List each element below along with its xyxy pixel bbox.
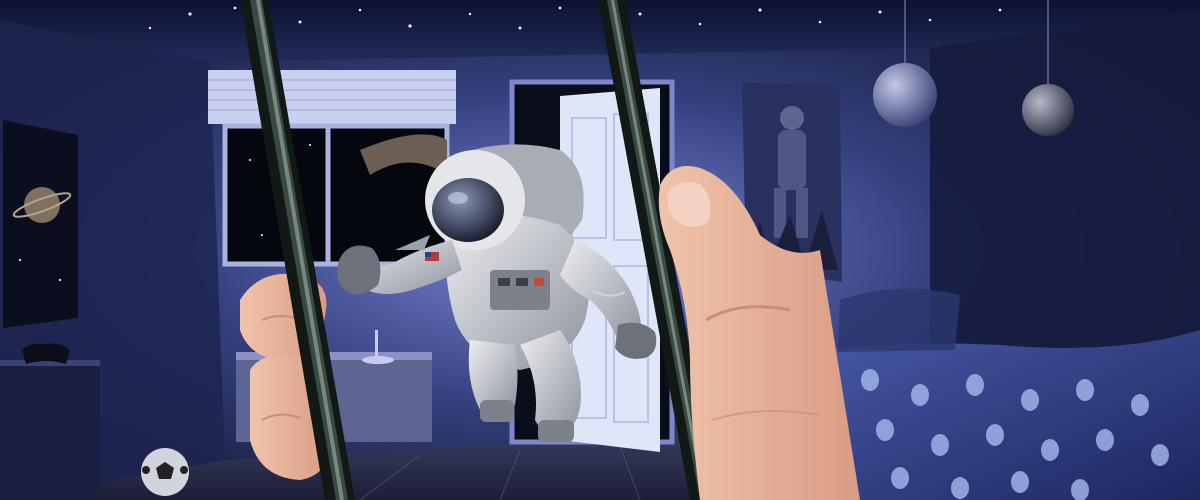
- window: [208, 70, 456, 267]
- left-shelf: [0, 343, 100, 500]
- scene-illustration: [0, 0, 1200, 500]
- game-controller-icon: [22, 343, 70, 364]
- soccer-ball-icon: [141, 448, 189, 496]
- bedroom-background: [0, 0, 1200, 500]
- poster-left: [3, 120, 78, 328]
- ar-astronaut-photo: [0, 0, 1200, 500]
